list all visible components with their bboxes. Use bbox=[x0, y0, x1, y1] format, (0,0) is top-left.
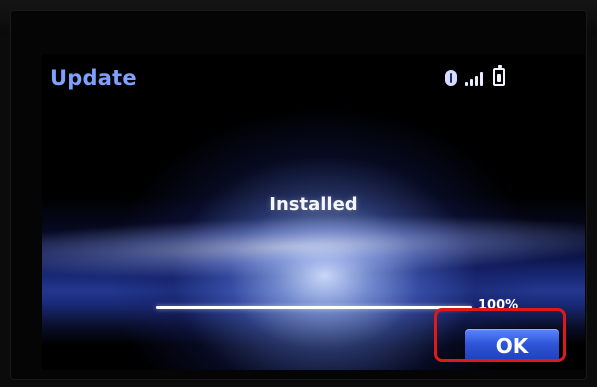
screen-title: Update bbox=[50, 66, 137, 90]
signal-bar bbox=[465, 82, 468, 86]
progress-fill bbox=[156, 306, 472, 309]
photo-frame: Update Installed 100% OK bbox=[0, 0, 597, 387]
progress-bar bbox=[156, 306, 472, 309]
screen-bezel: Update Installed 100% OK bbox=[10, 10, 587, 380]
signal-bar bbox=[470, 79, 473, 86]
ok-button[interactable]: OK bbox=[465, 329, 559, 362]
progress-percentage: 100% bbox=[478, 298, 519, 313]
signal-bar bbox=[480, 72, 483, 86]
status-icons bbox=[445, 65, 505, 86]
signal-strength-icon bbox=[465, 70, 485, 86]
signal-bar bbox=[475, 76, 478, 86]
update-status-message: Installed bbox=[269, 194, 358, 215]
bluetooth-icon bbox=[445, 70, 457, 86]
battery-icon bbox=[493, 65, 505, 86]
display-screen: Update Installed 100% OK bbox=[42, 54, 585, 370]
